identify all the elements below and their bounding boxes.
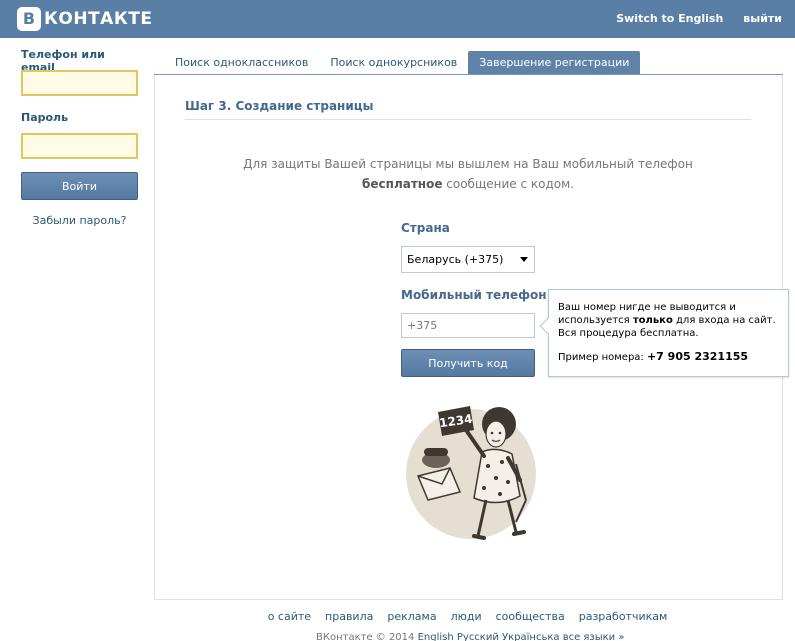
footer-copyright: ВКонтакте © 2014 English Русский Українс… (316, 632, 624, 641)
forgot-password-link[interactable]: Забыли пароль? (21, 214, 138, 227)
footer-link-rules[interactable]: правила (325, 610, 373, 623)
vk-logo[interactable]: B КОНТАКТЕ (17, 7, 152, 31)
tooltip-example-label: Пример номера: (558, 352, 647, 363)
tooltip-text: Ваш номер нигде не выводится и используе… (558, 301, 779, 340)
country-select-value: Беларусь (+375) (407, 253, 504, 266)
sms-info-text: Для защиты Вашей страницы мы вышлем на В… (185, 154, 751, 194)
footer-link-communities[interactable]: сообщества (496, 610, 565, 623)
tab-find-classmates[interactable]: Поиск одноклассников (164, 51, 319, 74)
registration-tabs: Поиск одноклассников Поиск однокурсников… (164, 51, 641, 74)
step-divider (185, 119, 751, 120)
phone-email-input[interactable] (21, 70, 138, 96)
country-label: Страна (401, 221, 450, 235)
sms-code-illustration: 1234 (406, 406, 536, 540)
switch-language-link[interactable]: Switch to English (616, 12, 723, 25)
password-input[interactable] (21, 133, 138, 159)
get-code-button[interactable]: Получить код (401, 349, 535, 377)
password-label: Пароль (21, 111, 69, 124)
copyright-text: ВКонтакте © 2014 (316, 632, 418, 641)
top-header: B КОНТАКТЕ Switch to English выйти (0, 0, 795, 38)
tooltip-text-bold: только (632, 315, 673, 326)
tab-finish-registration[interactable]: Завершение регистрации (468, 51, 641, 74)
tab-find-coursemates[interactable]: Поиск однокурсников (319, 51, 468, 74)
logout-link[interactable]: выйти (743, 12, 782, 25)
footer-link-people[interactable]: люди (451, 610, 482, 623)
tooltip-example: Пример номера: +7 905 2321155 (558, 350, 779, 364)
tooltip-example-number: +7 905 2321155 (646, 350, 749, 363)
mobile-phone-label: Мобильный телефон (401, 288, 547, 302)
tabs-divider (154, 74, 783, 75)
footer-link-developers[interactable]: разработчикам (579, 610, 668, 623)
language-links[interactable]: English Русский Українська все языки » (418, 632, 625, 641)
sms-info-line2: сообщение с кодом. (442, 177, 574, 191)
login-panel: Телефон или email Пароль Войти Забыли па… (21, 48, 138, 227)
country-select[interactable]: Беларусь (+375) (401, 246, 535, 273)
footer-link-ads[interactable]: реклама (387, 610, 436, 623)
sms-info-bold: бесплатное (362, 177, 443, 191)
telephone-icon (422, 448, 450, 468)
phone-hint-tooltip: Ваш номер нигде не выводится и используе… (539, 289, 789, 377)
sms-info-line1: Для защиты Вашей страницы мы вышлем на В… (243, 157, 693, 171)
vk-logo-badge: B (17, 7, 41, 31)
mobile-phone-input[interactable] (401, 313, 535, 338)
phone-email-label: Телефон или email (21, 48, 105, 74)
vk-logo-text: КОНТАКТЕ (44, 9, 153, 29)
dropdown-arrow-icon (520, 257, 528, 262)
login-button[interactable]: Войти (21, 172, 138, 200)
footer-links: о сайте правила реклама люди сообщества … (0, 610, 795, 623)
step-title: Шаг 3. Создание страницы (185, 99, 374, 113)
footer-link-about[interactable]: о сайте (268, 610, 311, 623)
header-links: Switch to English выйти (616, 12, 782, 25)
